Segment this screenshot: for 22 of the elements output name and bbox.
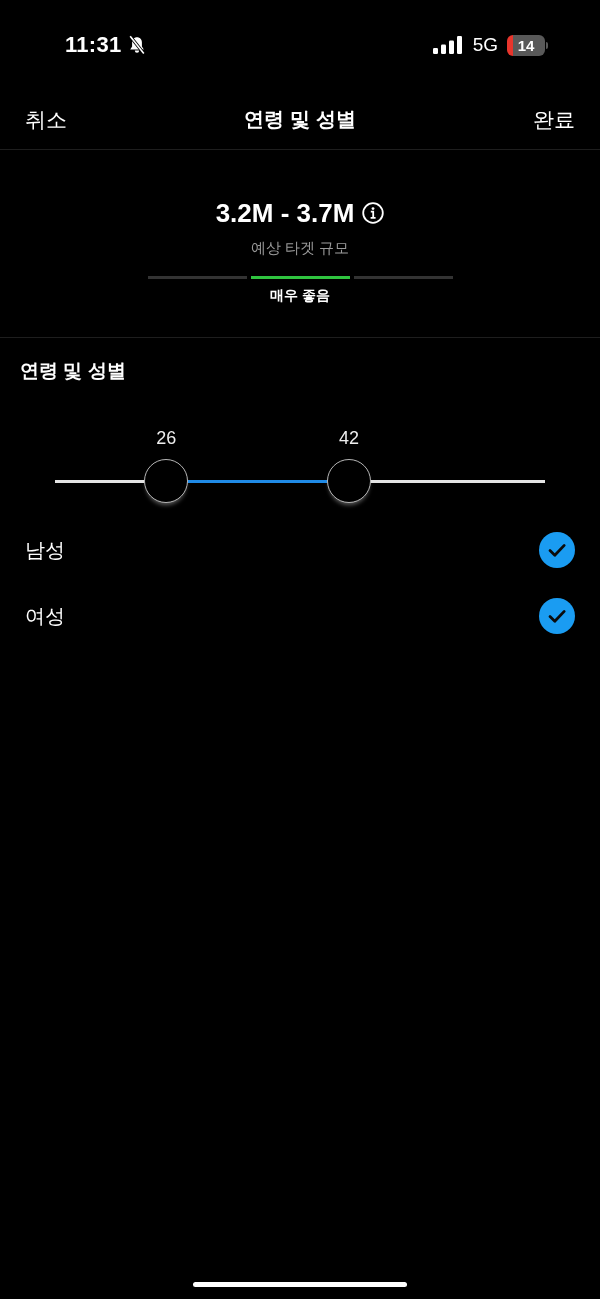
slider-thumb[interactable]	[327, 459, 371, 503]
checkmark-circle-icon[interactable]	[539, 532, 575, 568]
info-icon[interactable]	[362, 202, 385, 224]
audience-size-range: 3.2M - 3.7M	[215, 197, 355, 229]
checkmark-circle-icon[interactable]	[539, 598, 575, 634]
signal-icon	[432, 36, 463, 54]
done-button[interactable]: 완료	[533, 105, 575, 134]
clock-time: 11:31	[65, 32, 122, 58]
age-value-label: 42	[339, 427, 359, 449]
screen-title: 연령 및 성별	[244, 107, 356, 132]
bell-slash-icon	[127, 35, 146, 55]
quality-rating: 매우 좋음	[270, 286, 330, 304]
gender-option-label: 여성	[25, 603, 65, 629]
cancel-button[interactable]: 취소	[25, 105, 67, 134]
section-title: 연령 및 성별	[20, 359, 126, 383]
battery-percentage: 14	[517, 36, 535, 54]
network-label: 5G	[472, 34, 498, 56]
age-range-slider[interactable]	[55, 459, 545, 503]
slider-thumb[interactable]	[144, 459, 189, 503]
gender-option-label: 남성	[25, 537, 65, 563]
audience-size-caption: 예상 타겟 규모	[250, 238, 350, 258]
age-value-label: 26	[156, 427, 177, 449]
